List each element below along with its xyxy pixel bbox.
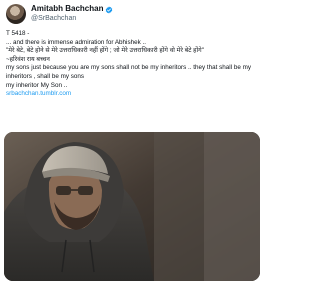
verified-badge-icon [105,5,113,14]
tweet-line: ... and there is immense admiration for … [6,38,146,46]
display-name-row: Amitabh Bachchan [31,4,113,14]
author-display-name[interactable]: Amitabh Bachchan [31,4,103,14]
tweet-header: Amitabh Bachchan @SrBachchan [6,4,113,24]
tweet-line: my sons just because you are my sons sha… [6,64,251,80]
tweet-card[interactable]: Amitabh Bachchan @SrBachchan T 5418 - ..… [0,0,264,281]
tweet-line-attribution: ~हरिवंश राय बच्चन [6,55,50,63]
tweet-line-hindi-quote: "मेरे बेटे, बेटे होने से मेरे उत्तराधिका… [6,47,204,55]
photo-of-man-in-cap-and-hoodie-icon [4,132,260,281]
tweet-text: T 5418 - ... and there is immense admira… [6,30,258,99]
tweet-link[interactable]: srbachchan.tumblr.com [6,90,258,99]
tweet-line: my inheritor My Son .. [6,81,68,89]
avatar[interactable] [6,4,26,24]
tweet-line: T 5418 - [6,30,30,37]
author-handle[interactable]: @SrBachchan [31,14,113,24]
author-names: Amitabh Bachchan @SrBachchan [31,4,113,24]
tweet-photo[interactable] [4,132,260,281]
